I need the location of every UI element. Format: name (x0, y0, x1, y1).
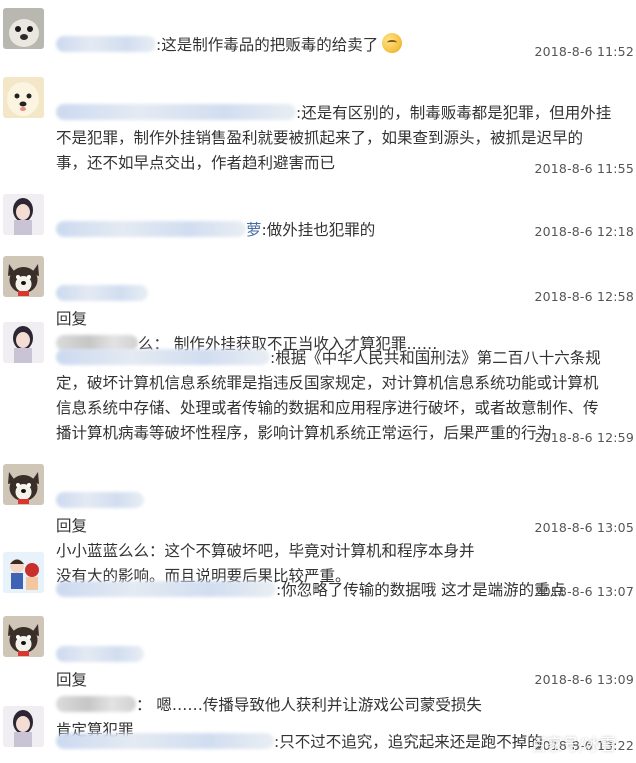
comment-body: :这是制作毒品的把贩毒的给卖了 (156, 36, 379, 54)
blurred-username[interactable] (56, 349, 270, 365)
timestamp: 2018-8-6 12:18 (534, 224, 634, 239)
timestamp: 2018-8-6 11:52 (534, 44, 634, 59)
avatar[interactable] (3, 256, 44, 297)
avatar[interactable] (3, 616, 44, 657)
husky-avatar-icon (3, 256, 44, 297)
blurred-username[interactable] (56, 221, 246, 237)
reply-label: 回复 (56, 517, 88, 535)
comment-4: 回复 么： 制作外挂获取不正当收入才算犯罪…… 2018-8-6 12:58 (0, 254, 636, 353)
blurred-username[interactable] (56, 36, 156, 52)
comment-body: :你忽略了传输的数据哦 这才是端游的重点 (276, 581, 566, 599)
avatar[interactable] (3, 706, 44, 747)
comment-2: :还是有区别的，制毒贩毒都是犯罪，但用外挂 不是犯罪，制作外挂销售盈利就要被抓起… (0, 72, 636, 182)
blurred-username[interactable] (56, 492, 144, 508)
blurred-username[interactable] (56, 581, 276, 597)
girl-avatar-icon (3, 194, 44, 235)
comment-text: :根据《中华人民共和国刑法》第二百八十六条规 定，破坏计算机信息系统罪是指违反国… (56, 321, 636, 446)
reply-label: 回复 (56, 671, 88, 689)
comment-7: :你忽略了传输的数据哦 这才是端游的重点 2018-8-6 13:07 (0, 548, 636, 604)
comment-body: :只不过不追究，追究起来还是跑不掉的 (274, 733, 543, 751)
avatar[interactable] (3, 322, 44, 363)
smiley-emoji-icon (382, 33, 403, 53)
comment-3: 萝:做外挂也犯罪的 2018-8-6 12:18 (0, 190, 636, 242)
timestamp: 2018-8-6 13:07 (534, 584, 634, 599)
timestamp: 2018-8-6 13:05 (534, 520, 634, 535)
timestamp: 2018-8-6 11:55 (534, 161, 634, 176)
username-tail[interactable]: 萝 (246, 221, 262, 239)
dog-avatar-icon (3, 8, 44, 49)
blurred-username[interactable] (56, 285, 148, 301)
husky-avatar-icon (3, 616, 44, 657)
timestamp: 2018-8-6 13:09 (534, 672, 634, 687)
anime-avatar-icon (3, 552, 44, 593)
watermark: 百家号/冰雪 (530, 735, 616, 754)
husky-avatar-icon (3, 464, 44, 505)
girl-avatar-icon (3, 322, 44, 363)
comment-1: :这是制作毒品的把贩毒的给卖了 2018-8-6 11:52 (0, 0, 636, 60)
comment-6: 回复 小小蓝蓝么么：这个不算破坏吧，毕竟对计算机和程序本身并 没有大的影响。而且… (0, 462, 636, 585)
comment-body: :做外挂也犯罪的 (261, 221, 376, 239)
avatar[interactable] (3, 8, 44, 49)
comment-8: 回复 ： 嗯……传播导致他人获利并让游戏公司蒙受损失 肯定算犯罪 2018-8-… (0, 614, 636, 739)
timestamp: 2018-8-6 12:58 (534, 289, 634, 304)
blurred-username[interactable] (56, 646, 144, 662)
avatar[interactable] (3, 77, 44, 118)
avatar[interactable] (3, 194, 44, 235)
timestamp: 2018-8-6 12:59 (534, 430, 634, 445)
blurred-username[interactable] (56, 104, 296, 120)
avatar[interactable] (3, 464, 44, 505)
girl-avatar-icon (3, 706, 44, 747)
blurred-username[interactable] (56, 733, 274, 749)
white-dog-avatar-icon (3, 77, 44, 118)
comment-5: :根据《中华人民共和国刑法》第二百八十六条规 定，破坏计算机信息系统罪是指违反国… (0, 318, 636, 446)
avatar[interactable] (3, 552, 44, 593)
